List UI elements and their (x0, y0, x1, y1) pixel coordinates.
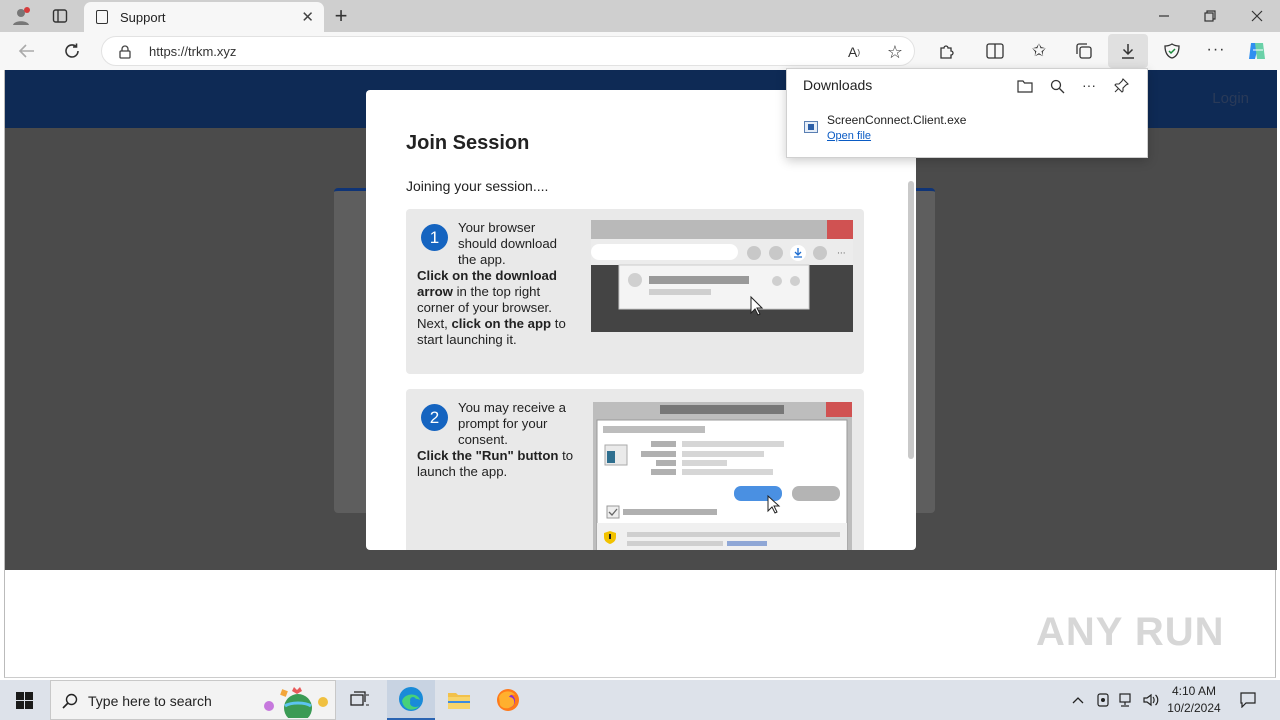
pin-icon[interactable] (1111, 75, 1131, 95)
step-text-part: You may receive a prompt for your consen… (458, 400, 567, 447)
split-screen-icon[interactable] (984, 41, 1006, 61)
downloads-panel: Downloads ··· ScreenConnect.Client.exe O… (786, 68, 1148, 158)
modal-subtitle: Joining your session.... (406, 178, 549, 194)
read-aloud-icon[interactable]: A) (844, 42, 864, 62)
browser-tab-bar: Support ✕ + (0, 0, 1280, 32)
favorite-star-icon[interactable]: ☆ (884, 41, 906, 63)
back-icon[interactable] (16, 41, 38, 61)
lock-icon[interactable] (118, 44, 132, 60)
taskbar: Type here to search 4:10 AM 10/2/2024 (0, 680, 1280, 720)
search-icon (61, 692, 79, 710)
step-text-part: Your browser should download the app. (458, 220, 557, 267)
start-button[interactable] (0, 680, 48, 720)
restore-icon[interactable] (1196, 6, 1224, 26)
login-link[interactable]: Login (1212, 90, 1249, 107)
profile-icon[interactable] (10, 5, 32, 27)
url-text: https://trkm.xyz (149, 44, 237, 59)
extensions-icon[interactable] (936, 41, 958, 61)
download-file-name[interactable]: ScreenConnect.Client.exe (827, 113, 966, 127)
taskbar-clock[interactable]: 4:10 AM 10/2/2024 (1164, 683, 1224, 717)
join-session-modal: Join Session Joining your session.... 1 … (366, 90, 916, 550)
open-file-link[interactable]: Open file (827, 130, 871, 142)
tab-title: Support (120, 9, 166, 25)
url-bar[interactable]: https://trkm.xyz A) ☆ (101, 36, 915, 66)
network-icon[interactable] (1117, 690, 1137, 710)
firefox-icon[interactable] (484, 680, 532, 720)
run-prompt-illustration (593, 402, 852, 550)
step-2-card: 2 You may receive a prompt for your cons… (406, 389, 864, 550)
notifications-icon[interactable] (1238, 690, 1258, 710)
step-1-card: 1 Your browser should download the app. … (406, 209, 864, 374)
meet-now-icon[interactable] (1094, 690, 1112, 710)
taskbar-search-box[interactable]: Type here to search (50, 680, 336, 720)
favorites-icon[interactable]: ✩ (1028, 40, 1050, 62)
step-text-bold: click on the app (451, 316, 552, 331)
collections-icon[interactable] (1073, 41, 1095, 61)
downloads-icon[interactable] (1108, 34, 1148, 68)
copilot-icon[interactable] (1245, 39, 1269, 63)
search-highlight-image (261, 684, 331, 720)
edge-taskbar-icon[interactable] (387, 680, 435, 720)
open-folder-icon[interactable] (1015, 76, 1035, 96)
step-2-text: You may receive a prompt for your consen… (417, 400, 577, 480)
volume-icon[interactable] (1141, 690, 1161, 710)
tab-actions-icon[interactable] (50, 6, 70, 26)
refresh-icon[interactable] (61, 41, 83, 61)
web-page: Login Join Session Joining your session.… (4, 70, 1277, 678)
clock-time: 4:10 AM (1171, 684, 1217, 698)
minimize-icon[interactable] (1150, 6, 1178, 26)
page-icon (96, 10, 108, 24)
download-illustration: ··· (591, 220, 853, 332)
search-downloads-icon[interactable] (1047, 76, 1067, 96)
file-explorer-icon[interactable] (435, 680, 483, 720)
close-window-icon[interactable] (1243, 6, 1271, 26)
step-text-bold: Click the "Run" button (417, 448, 559, 463)
show-hidden-icons-icon[interactable] (1069, 690, 1087, 710)
downloads-more-icon[interactable]: ··· (1079, 75, 1099, 95)
browser-essentials-icon[interactable] (1161, 41, 1183, 61)
exe-file-icon (804, 121, 818, 133)
modal-scrollbar[interactable] (908, 181, 914, 459)
downloads-title: Downloads (803, 77, 873, 93)
search-placeholder: Type here to search (88, 693, 212, 709)
step-1-text: Your browser should download the app. Cl… (417, 220, 577, 348)
task-view-icon[interactable] (336, 680, 384, 720)
svg-text:···: ··· (837, 249, 846, 259)
tab-support[interactable]: Support ✕ (84, 2, 324, 32)
clock-date: 10/2/2024 (1167, 701, 1221, 715)
new-tab-icon[interactable]: + (330, 3, 352, 28)
browser-toolbar: https://trkm.xyz A) ☆ ✩ ··· (0, 32, 1280, 70)
modal-title: Join Session (406, 132, 530, 154)
watermark-logo: ANY RUN (1036, 610, 1225, 654)
close-tab-icon[interactable]: ✕ (301, 8, 314, 26)
more-options-icon[interactable]: ··· (1205, 40, 1227, 60)
